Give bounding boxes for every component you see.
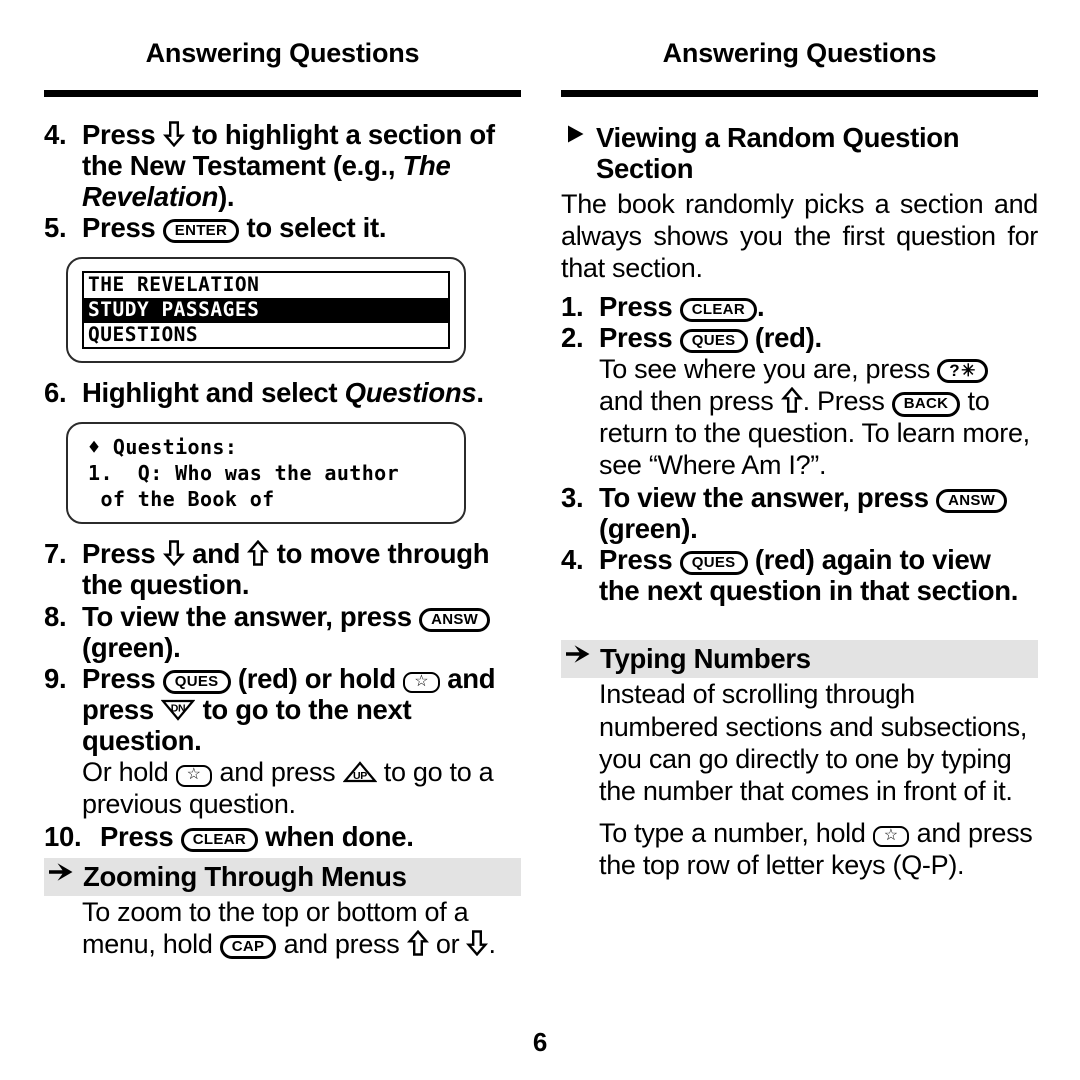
step-body: Press and to move through the question. (82, 538, 490, 601)
step-number: 3. (561, 481, 584, 513)
step-number: 5. (44, 212, 67, 244)
dn-triangle-icon: DN (161, 698, 196, 722)
screen-line-1: ♦ Questions: (84, 434, 448, 461)
key-star: ☆ (175, 765, 213, 787)
list-item-step-3: 3. To view the answer, press ANSW (green… (561, 482, 1038, 544)
running-head-left: Answering Questions (145, 38, 420, 68)
down-arrow-icon (162, 540, 185, 567)
section-title: Typing Numbers (600, 643, 811, 675)
list-item-step-4: 4. Press to highlight a section of the N… (44, 119, 521, 212)
list-item-step-8: 8. To view the answer, press ANSW (green… (44, 601, 521, 663)
key-answ: ANSW (419, 607, 491, 632)
key-ques: QUES (679, 550, 748, 576)
list-item-step-4: 4. Press QUES (red) again to view the ne… (561, 544, 1038, 606)
page-number: 6 (532, 1027, 548, 1057)
svg-text:DN: DN (171, 703, 186, 715)
two-column-layout: Answering Questions 4. Press to highligh… (0, 0, 1080, 1080)
screen-line-3: of the Book of (84, 486, 448, 513)
list-item-step-7: 7. Press and to move through the questio… (44, 538, 521, 600)
header-rule-right (561, 90, 1038, 97)
step-body: Press QUES (red). (599, 321, 822, 354)
key-question-asterisk: ?✳ (937, 359, 988, 384)
section-header-typing-numbers: Typing Numbers (561, 640, 1038, 679)
device-screen-question: ♦ Questions: 1. Q: Who was the author of… (66, 422, 466, 525)
up-arrow-icon (780, 387, 803, 413)
svg-text:UP: UP (353, 770, 367, 782)
up-triangle-icon: UP (342, 760, 377, 784)
list-item-step-5: 5. Press ENTER to select it. (44, 212, 521, 244)
step-number: 4. (561, 543, 584, 575)
manual-page: Answering Questions 4. Press to highligh… (0, 0, 1080, 1080)
step-body: Press ENTER to select it. (82, 212, 387, 244)
section-title: Viewing a Random Question Section (596, 122, 960, 185)
section-body-zooming: To zoom to the top or bottom of a menu, … (82, 896, 496, 960)
list-item-step-1: 1. Press CLEAR. (561, 291, 1038, 322)
key-back: BACK (891, 392, 961, 417)
list-item-step-9: 9. Press QUES (red) or hold ☆ and press … (44, 663, 521, 756)
key-enter: ENTER (162, 219, 240, 244)
device-screen-menu: THE REVELATION STUDY PASSAGES QUESTIONS (66, 257, 466, 364)
step-number: 8. (44, 600, 67, 632)
section-body-typing-2: To type a number, hold ☆ and press the t… (599, 817, 1033, 880)
step-italic-term: Questions (344, 377, 477, 409)
step-body: Highlight and select Questions. (82, 377, 484, 409)
step-number: 1. (561, 290, 584, 322)
list-item-step-10: 10. Press CLEAR when done. (44, 821, 521, 852)
list-item-step-6: 6. Highlight and select Questions. (44, 377, 521, 408)
running-head-right: Answering Questions (662, 38, 937, 68)
screen-inner-frame: THE REVELATION STUDY PASSAGES QUESTIONS (82, 271, 450, 350)
key-ques: QUES (162, 669, 231, 695)
key-cap: CAP (219, 935, 277, 960)
key-clear: CLEAR (180, 827, 258, 852)
step-body: Press CLEAR when done. (100, 820, 414, 852)
section-title: Zooming Through Menus (83, 860, 407, 892)
section-header-viewing-random-question: Viewing a Random Question Section (561, 119, 1038, 188)
screen-line-2-highlighted: STUDY PASSAGES (84, 298, 448, 323)
up-arrow-icon (406, 930, 429, 956)
arrowhead-icon (48, 861, 74, 883)
step-number: 10. (44, 820, 82, 852)
header-rule-left (44, 90, 521, 97)
key-clear: CLEAR (679, 297, 757, 322)
section-body-random: The book randomly picks a section and al… (561, 189, 1038, 284)
step-number: 2. (561, 321, 584, 353)
step-body: Press CLEAR. (599, 290, 765, 322)
section-header-zooming-through-menus: Zooming Through Menus (44, 857, 521, 896)
step-number: 6. (44, 377, 67, 409)
key-star: ☆ (872, 825, 910, 848)
key-ques: QUES (679, 328, 748, 354)
step-body: To view the answer, press ANSW (green). (82, 601, 521, 663)
step-9-note: Or hold ☆ and press UP to go to a previo… (82, 757, 494, 820)
step-number: 7. (44, 538, 67, 570)
screen-line-1: THE REVELATION (84, 273, 448, 299)
step-number: 4. (44, 119, 67, 150)
key-star: ☆ (403, 671, 440, 694)
step-body: To view the answer, press ANSW (green). (599, 482, 1038, 544)
screen-line-2: 1. Q: Who was the author (84, 460, 448, 487)
solid-triangle-icon (565, 122, 587, 146)
down-arrow-icon (466, 930, 489, 957)
right-column: Answering Questions Viewing a Random Que… (561, 30, 1038, 1080)
step-number: 9. (44, 662, 67, 694)
arrowhead-icon (565, 643, 591, 665)
step-body: Press to highlight a section of the New … (82, 119, 495, 213)
step-body: Press QUES (red) again to view the next … (599, 543, 1019, 607)
left-column: Answering Questions 4. Press to highligh… (44, 30, 521, 1080)
section-body-typing-1: Instead of scrolling through numbered se… (599, 679, 1028, 806)
step-2-note: To see where you are, press ?✳ and then … (599, 354, 1030, 481)
screen-line-3: QUESTIONS (84, 322, 448, 348)
up-arrow-icon (247, 540, 270, 567)
down-arrow-icon (162, 121, 185, 147)
step-body: Press QUES (red) or hold ☆ and press DN … (82, 662, 496, 757)
key-answ: ANSW (936, 488, 1008, 513)
list-item-step-2: 2. Press QUES (red). (561, 321, 1038, 354)
